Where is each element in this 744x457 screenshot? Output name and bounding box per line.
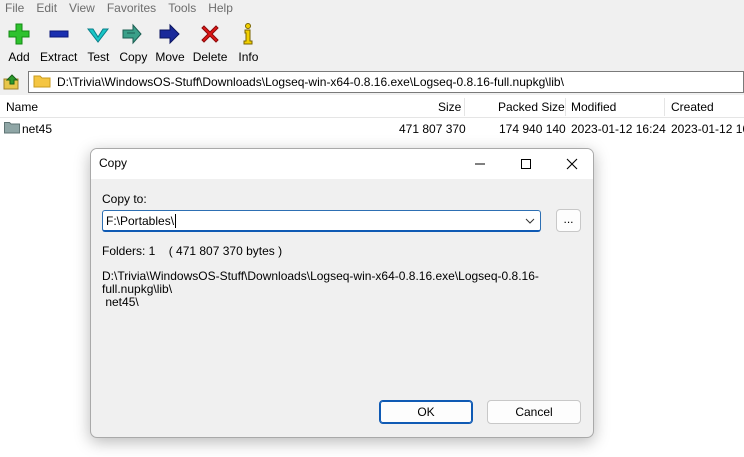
x-icon xyxy=(197,21,223,47)
menu-edit[interactable]: Edit xyxy=(30,0,63,17)
address-path: D:\Trivia\WindowsOS-Stuff\Downloads\Logs… xyxy=(57,75,564,89)
add-label: Add xyxy=(8,50,30,64)
source-path: D:\Trivia\WindowsOS-Stuff\Downloads\Logs… xyxy=(102,270,593,309)
move-button[interactable]: Move xyxy=(151,17,188,64)
plus-icon xyxy=(6,21,32,47)
maximize-button[interactable] xyxy=(503,149,549,179)
info-label: Info xyxy=(238,50,259,64)
row-packed-size: 174 940 140 xyxy=(499,122,566,136)
add-button[interactable]: Add xyxy=(2,17,36,64)
info-button[interactable]: Info xyxy=(231,17,265,64)
up-folder-icon[interactable] xyxy=(2,72,22,92)
cancel-button[interactable]: Cancel xyxy=(487,400,581,424)
menu-bar: File Edit View Favorites Tools Help xyxy=(0,0,744,17)
copy-label: Copy xyxy=(119,50,148,64)
file-list-header: Name Size Packed Size Modified Created xyxy=(0,96,744,118)
menu-view[interactable]: View xyxy=(63,0,101,17)
ok-button[interactable]: OK xyxy=(379,400,473,424)
minimize-button[interactable] xyxy=(457,149,503,179)
browse-button[interactable]: ... xyxy=(556,209,581,232)
row-size: 471 807 370 xyxy=(399,122,466,136)
extract-button[interactable]: Extract xyxy=(36,17,81,64)
table-row[interactable]: net45 471 807 370 174 940 140 2023-01-12… xyxy=(0,120,744,138)
menu-tools[interactable]: Tools xyxy=(162,0,202,17)
toolbar: Add Extract Test Copy Move Delete Info xyxy=(0,17,744,69)
extract-label: Extract xyxy=(40,50,78,64)
row-name: net45 xyxy=(22,122,53,136)
destination-value: F:\Portables\ xyxy=(106,214,175,228)
column-name[interactable]: Name xyxy=(6,96,38,118)
dialog-title: Copy xyxy=(99,156,128,170)
close-button[interactable] xyxy=(549,149,593,179)
copy-to-label: Copy to: xyxy=(102,192,147,206)
minimize-icon xyxy=(475,163,485,165)
address-row: D:\Trivia\WindowsOS-Stuff\Downloads\Logs… xyxy=(0,69,744,95)
row-created: 2023-01-12 16:24 xyxy=(671,122,744,136)
double-arrow-icon xyxy=(120,21,146,47)
menu-favorites[interactable]: Favorites xyxy=(101,0,162,17)
text-caret xyxy=(175,214,176,228)
delete-button[interactable]: Delete xyxy=(189,17,232,64)
folder-icon xyxy=(33,74,53,90)
test-label: Test xyxy=(87,50,110,64)
row-modified: 2023-01-12 16:24 xyxy=(571,122,666,136)
copy-button[interactable]: Copy xyxy=(115,17,151,64)
dialog-titlebar[interactable]: Copy xyxy=(91,149,593,179)
check-icon xyxy=(85,21,111,47)
column-packed-size[interactable]: Packed Size xyxy=(498,96,565,118)
menu-help[interactable]: Help xyxy=(202,0,239,17)
copy-dialog: Copy Copy to: F:\Portables\ ... Folders:… xyxy=(90,148,594,438)
delete-label: Delete xyxy=(192,50,228,64)
move-label: Move xyxy=(155,50,185,64)
maximize-icon xyxy=(521,159,531,169)
info-icon xyxy=(235,21,261,47)
column-created[interactable]: Created xyxy=(671,96,714,118)
folders-info: Folders: 1 ( 471 807 370 bytes ) xyxy=(102,244,283,258)
folder-icon xyxy=(4,121,20,139)
test-button[interactable]: Test xyxy=(81,17,115,64)
minus-icon xyxy=(46,21,72,47)
address-bar[interactable]: D:\Trivia\WindowsOS-Stuff\Downloads\Logs… xyxy=(28,71,744,93)
close-icon xyxy=(566,158,578,170)
arrow-right-icon xyxy=(157,21,183,47)
source-path-line-1: D:\Trivia\WindowsOS-Stuff\Downloads\Logs… xyxy=(102,269,539,296)
destination-combobox[interactable]: F:\Portables\ xyxy=(102,210,541,232)
chevron-down-icon[interactable] xyxy=(524,215,536,227)
menu-file[interactable]: File xyxy=(0,0,30,17)
column-modified[interactable]: Modified xyxy=(571,96,616,118)
source-path-line-2: net45\ xyxy=(102,295,139,309)
column-size[interactable]: Size xyxy=(438,96,461,118)
